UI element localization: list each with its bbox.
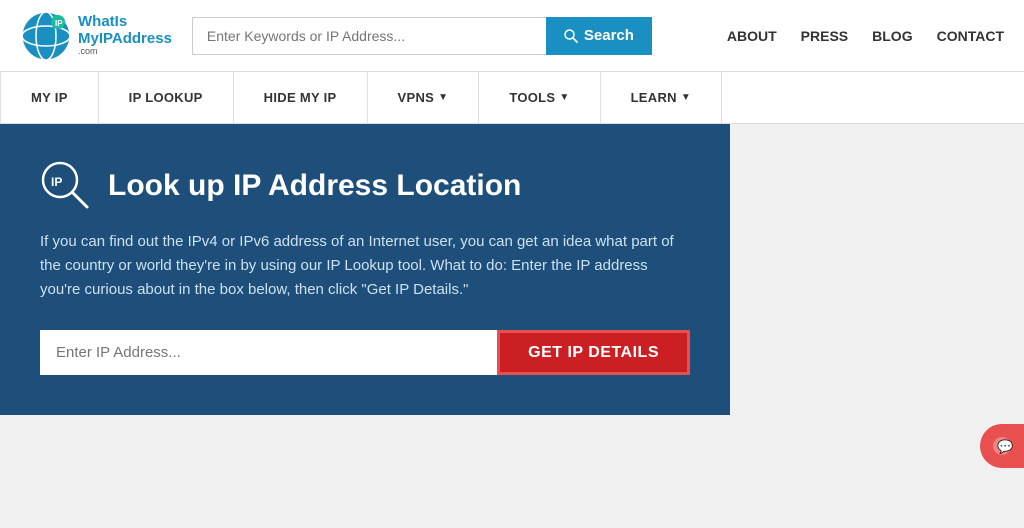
logo-text: WhatIs MyIPAddress .com <box>78 14 172 57</box>
logo-globe-icon: IP <box>20 10 72 62</box>
logo-myip: MyIPAddress <box>78 31 172 48</box>
nav-contact[interactable]: CONTACT <box>937 28 1004 44</box>
nav-hide-my-ip[interactable]: HIDE MY IP <box>234 72 368 123</box>
svg-text:💬: 💬 <box>997 439 1013 454</box>
ip-search-row: GET IP DETAILS <box>40 330 690 375</box>
vpns-arrow-icon: ▼ <box>438 92 448 103</box>
nav-my-ip[interactable]: MY IP <box>0 72 99 123</box>
tools-arrow-icon: ▼ <box>559 92 569 103</box>
ip-lookup-panel: IP Look up IP Address Location If you ca… <box>0 124 730 415</box>
search-button[interactable]: Search <box>546 17 652 55</box>
get-ip-details-button[interactable]: GET IP DETAILS <box>497 330 690 375</box>
floating-chat-icon[interactable]: 💬 <box>980 424 1024 468</box>
header-nav: ABOUT PRESS BLOG CONTACT <box>727 28 1004 44</box>
ip-address-input[interactable] <box>40 330 497 375</box>
logo-whatis: WhatIs <box>78 14 172 31</box>
nav-blog[interactable]: BLOG <box>872 28 912 44</box>
search-icon <box>564 29 578 43</box>
main-navbar: MY IP IP LOOKUP HIDE MY IP VPNS ▼ TOOLS … <box>0 72 1024 124</box>
search-input[interactable] <box>192 17 546 55</box>
svg-text:IP: IP <box>51 175 62 189</box>
site-header: IP WhatIs MyIPAddress .com Search ABOUT … <box>0 0 1024 72</box>
panel-description: If you can find out the IPv4 or IPv6 add… <box>40 230 690 302</box>
logo[interactable]: IP WhatIs MyIPAddress .com <box>20 10 172 62</box>
nav-vpns[interactable]: VPNS ▼ <box>368 72 480 123</box>
main-content: IP Look up IP Address Location If you ca… <box>0 124 1024 415</box>
nav-about[interactable]: ABOUT <box>727 28 777 44</box>
ip-lookup-icon: IP <box>40 160 92 212</box>
chat-icon: 💬 <box>991 435 1013 457</box>
nav-tools[interactable]: TOOLS ▼ <box>479 72 600 123</box>
learn-arrow-icon: ▼ <box>681 92 691 103</box>
nav-press[interactable]: PRESS <box>801 28 848 44</box>
search-area: Search <box>192 17 652 55</box>
panel-title-row: IP Look up IP Address Location <box>40 160 690 212</box>
nav-learn[interactable]: LEARN ▼ <box>601 72 722 123</box>
logo-dotcom: .com <box>78 47 172 57</box>
nav-ip-lookup[interactable]: IP LOOKUP <box>99 72 234 123</box>
svg-text:IP: IP <box>55 19 63 28</box>
panel-title: Look up IP Address Location <box>108 168 521 204</box>
